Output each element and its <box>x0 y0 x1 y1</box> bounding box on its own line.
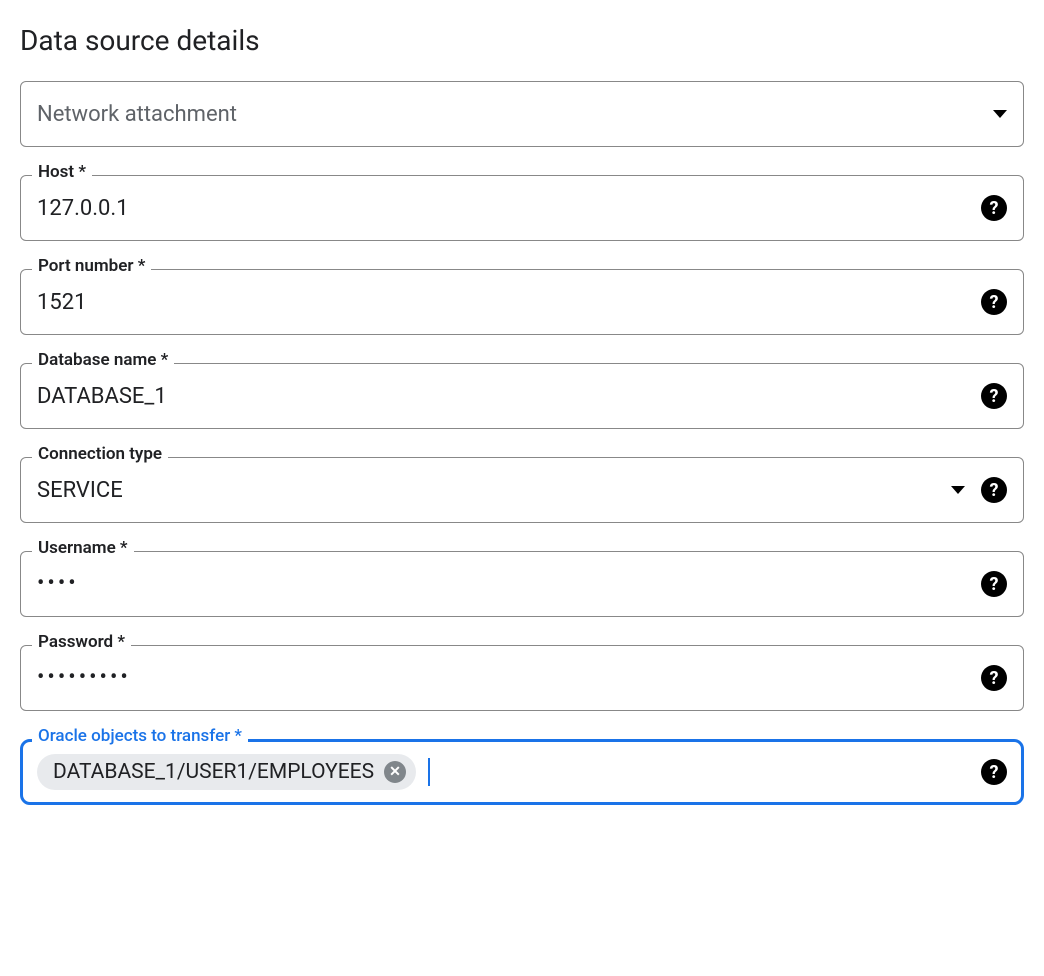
host-value: 127.0.0.1 <box>37 196 965 221</box>
username-field[interactable]: •••• ? <box>20 551 1024 617</box>
page-title: Data source details <box>20 24 1024 57</box>
oracle-objects-label: Oracle objects to transfer * <box>32 728 248 745</box>
help-icon[interactable]: ? <box>981 289 1007 315</box>
help-icon[interactable]: ? <box>981 383 1007 409</box>
username-label: Username * <box>32 540 134 557</box>
network-attachment-placeholder: Network attachment <box>37 102 981 127</box>
chevron-down-icon <box>951 486 965 494</box>
chip-text: DATABASE_1/USER1/EMPLOYEES <box>53 760 374 784</box>
host-label: Host * <box>32 164 92 181</box>
network-attachment-select[interactable]: Network attachment <box>20 81 1024 147</box>
connection-type-select[interactable]: SERVICE ? <box>20 457 1024 523</box>
help-icon[interactable]: ? <box>981 571 1007 597</box>
text-cursor <box>428 758 430 786</box>
password-value: ••••••••• <box>37 667 965 689</box>
database-field[interactable]: DATABASE_1 ? <box>20 363 1024 429</box>
port-field[interactable]: 1521 ? <box>20 269 1024 335</box>
host-field[interactable]: 127.0.0.1 ? <box>20 175 1024 241</box>
help-icon[interactable]: ? <box>981 665 1007 691</box>
close-icon[interactable]: ✕ <box>384 761 406 783</box>
oracle-object-chip[interactable]: DATABASE_1/USER1/EMPLOYEES ✕ <box>37 754 416 790</box>
chevron-down-icon <box>993 110 1007 118</box>
oracle-objects-field[interactable]: DATABASE_1/USER1/EMPLOYEES ✕ ? <box>20 739 1024 805</box>
help-icon[interactable]: ? <box>981 759 1007 785</box>
port-value: 1521 <box>37 290 965 315</box>
connection-type-value: SERVICE <box>37 478 939 503</box>
help-icon[interactable]: ? <box>981 195 1007 221</box>
database-label: Database name * <box>32 352 174 369</box>
port-label: Port number * <box>32 258 151 275</box>
username-value: •••• <box>37 573 965 595</box>
database-value: DATABASE_1 <box>37 384 965 409</box>
password-field[interactable]: ••••••••• ? <box>20 645 1024 711</box>
password-label: Password * <box>32 634 131 651</box>
connection-type-label: Connection type <box>32 446 168 463</box>
help-icon[interactable]: ? <box>981 477 1007 503</box>
